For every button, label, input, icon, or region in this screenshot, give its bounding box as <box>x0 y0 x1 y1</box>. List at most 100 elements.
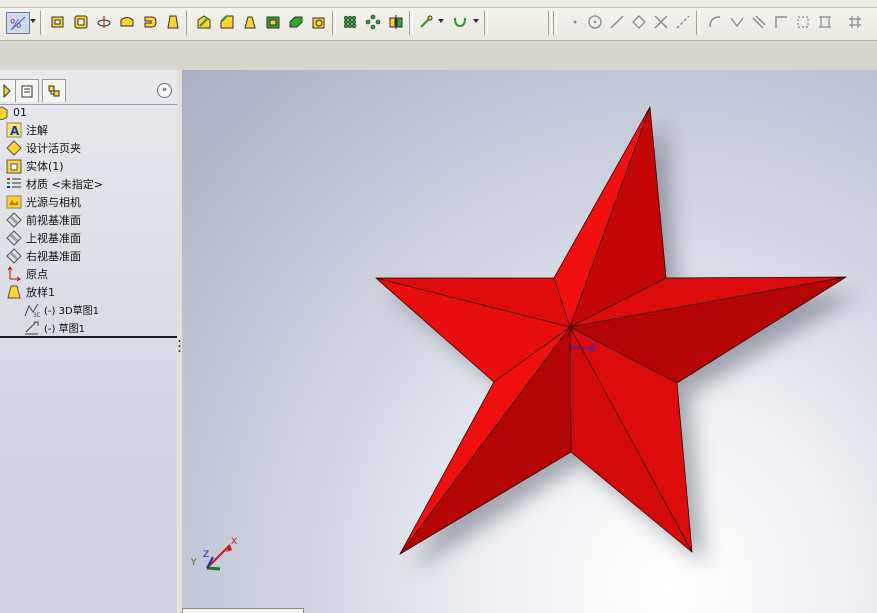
expand-panel-button[interactable]: » <box>157 83 172 98</box>
extruded-boss-icon[interactable] <box>48 12 68 32</box>
toolbar-handle[interactable] <box>548 11 552 35</box>
toolbar-separator <box>40 11 44 35</box>
tree-item-lights-cameras[interactable]: 光源与相机 <box>6 193 81 210</box>
arc-icon[interactable] <box>705 12 725 32</box>
solid-bodies-icon <box>6 158 22 174</box>
svg-text:A: A <box>10 124 20 138</box>
tree-item-top-plane[interactable]: 上视基准面 <box>6 229 81 246</box>
circular-pattern-icon[interactable] <box>363 12 383 32</box>
tree-item-solid-bodies[interactable]: 实体(1) <box>6 157 64 174</box>
toolbar-handle[interactable] <box>553 11 557 35</box>
tree-item-front-plane[interactable]: 前视基准面 <box>6 211 81 228</box>
tree-item-label: 材质 <未指定> <box>26 177 103 191</box>
point-icon[interactable] <box>565 12 585 32</box>
design-binder-icon <box>6 139 22 156</box>
annotations-icon: A <box>6 122 22 138</box>
tab-configuration-manager[interactable] <box>42 79 66 102</box>
tree-item-label: (-) 草图1 <box>44 324 85 335</box>
tree-item-sketch1[interactable]: (-) 草图1 <box>24 319 85 336</box>
tree-item-label: 右视基准面 <box>26 249 81 263</box>
swept-boss-icon[interactable] <box>94 12 114 32</box>
plane-icon <box>6 211 22 228</box>
loft-feature-icon <box>6 284 22 300</box>
mirror-icon[interactable] <box>386 12 406 32</box>
feature-manager-panel: » 01 A 注解 设计活页夹 实体(1) 材质 <未指定> 光源与相机 前视基… <box>0 70 178 613</box>
triad-x-label: X <box>231 537 237 547</box>
boundary-boss-icon[interactable] <box>140 12 160 32</box>
tree-item-design-binder[interactable]: 设计活页夹 <box>6 139 81 156</box>
tab-feature-manager[interactable] <box>0 79 16 102</box>
solidworks-window: % » 01 A 注解 设计活页夹 实体(1) 材质 <未指定> 光源与相机 前… <box>0 0 877 613</box>
toolbar-separator <box>186 11 190 35</box>
tree-item-label: 上视基准面 <box>26 231 81 245</box>
trim-icon[interactable] <box>651 12 671 32</box>
reference-geometry-icon[interactable] <box>309 12 329 32</box>
circle-icon[interactable] <box>585 12 605 32</box>
curves-icon[interactable] <box>450 12 470 32</box>
toolbar-separator <box>696 11 700 35</box>
sketch-relations-icon[interactable]: % <box>6 12 30 34</box>
draft-icon[interactable] <box>240 12 260 32</box>
lofted-boss-icon[interactable] <box>117 12 137 32</box>
shell-icon[interactable] <box>263 12 283 32</box>
corner-rectangle-icon[interactable] <box>771 12 791 32</box>
rib-icon[interactable] <box>286 12 306 32</box>
triad-z-label: Z <box>203 550 209 560</box>
svg-text:3D: 3D <box>33 312 40 318</box>
toolbar-separator <box>409 11 413 35</box>
chevron-down-icon[interactable] <box>438 19 444 23</box>
line-icon[interactable] <box>607 12 627 32</box>
chevron-down-icon[interactable] <box>473 19 479 23</box>
tree-item-label: 设计活页夹 <box>26 141 81 155</box>
lights-cameras-icon <box>6 194 22 210</box>
revolved-boss-icon[interactable] <box>71 12 91 32</box>
tree-item-label: 放样1 <box>26 285 55 299</box>
reference-geometry-icon[interactable] <box>416 12 436 32</box>
smart-dimension-icon[interactable] <box>749 12 769 32</box>
part-icon <box>0 105 9 121</box>
chevron-down-icon[interactable] <box>30 19 36 23</box>
centerline-icon[interactable] <box>673 12 693 32</box>
tree-item-annotations[interactable]: A 注解 <box>6 121 48 138</box>
3d-sketch-icon: 3D <box>24 302 40 318</box>
tree-item-loft1[interactable]: 放样1 <box>6 283 55 300</box>
polygon-icon[interactable] <box>629 12 649 32</box>
grid-icon[interactable] <box>845 12 865 32</box>
tree-item-label: (-) 3D草图1 <box>44 306 100 317</box>
panel-tabs: » <box>0 76 177 105</box>
tree-item-label: 注解 <box>26 123 48 137</box>
loft-icon[interactable] <box>163 12 183 32</box>
dimension-icon[interactable] <box>727 12 747 32</box>
upper-toolbar-edge <box>0 0 877 8</box>
model-tab[interactable] <box>182 608 304 613</box>
tree-item-material[interactable]: 材质 <未指定> <box>6 175 103 192</box>
plane-icon <box>6 229 22 246</box>
rollback-bar[interactable] <box>0 336 177 338</box>
triad-y-label: Y <box>190 558 197 568</box>
tree-item-right-plane[interactable]: 右视基准面 <box>6 247 81 264</box>
tree-root[interactable]: 01 <box>0 104 27 121</box>
tree-root-label: 01 <box>13 106 27 119</box>
tree-item-label: 实体(1) <box>26 159 64 173</box>
origin-icon <box>6 265 22 282</box>
reference-triad[interactable]: X Y Z <box>190 537 237 571</box>
tab-property-manager[interactable] <box>15 79 39 102</box>
toolbar-separator <box>332 11 336 35</box>
chamfer-icon[interactable] <box>217 12 237 32</box>
feature-toolbar: % <box>0 0 877 41</box>
tree-item-label: 原点 <box>26 267 48 281</box>
toolbar-separator <box>484 11 488 35</box>
graphics-area[interactable]: X Y Z <box>182 70 877 613</box>
center-rectangle-icon[interactable] <box>793 12 813 32</box>
fillet-icon[interactable] <box>194 12 214 32</box>
tree-item-origin[interactable]: 原点 <box>6 265 48 282</box>
model-view: X Y Z <box>190 106 858 571</box>
grid-icon[interactable] <box>815 12 835 32</box>
tree-item-label: 光源与相机 <box>26 195 81 209</box>
toolbar-band <box>0 41 877 70</box>
linear-pattern-icon[interactable] <box>340 12 360 32</box>
material-icon <box>6 176 22 192</box>
tree-item-label: 前视基准面 <box>26 213 81 227</box>
tree-item-3d-sketch1[interactable]: 3D (-) 3D草图1 <box>24 301 99 318</box>
sketch-icon <box>24 320 40 336</box>
